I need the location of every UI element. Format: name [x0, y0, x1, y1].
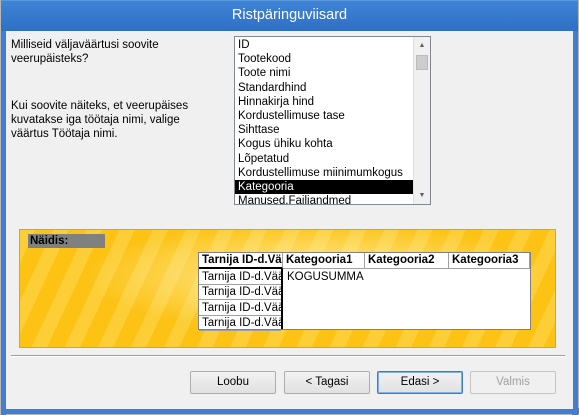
column-header: Kategooria3 [449, 253, 530, 269]
column-header: Kategooria2 [365, 253, 449, 269]
cancel-button[interactable]: Loobu [190, 371, 276, 394]
row-header-cell: Tarnija ID-d.Väärtus [199, 285, 281, 300]
scroll-up-icon[interactable]: ▲ [414, 37, 430, 54]
column-header: Kategooria1 [283, 253, 365, 269]
list-item[interactable]: Kogus ühiku kohta [235, 137, 430, 151]
sample-grid: Tarnija ID-d.Väärtus Kategooria1 Kategoo… [198, 252, 531, 331]
sample-label: Näidis: [28, 234, 105, 248]
scroll-thumb[interactable] [416, 55, 428, 70]
list-item[interactable]: Toote nimi [235, 66, 430, 80]
field-listbox[interactable]: ID Tootekood Toote nimi Standardhind Hin… [234, 36, 431, 205]
question-text: Milliseid väljaväärtusi soovite veerupäi… [11, 39, 159, 65]
list-item[interactable]: Hinnakirja hind [235, 95, 430, 109]
row-header-cell: Tarnija ID-d.Väärtus [199, 301, 281, 316]
list-item[interactable]: Kordustellimuse tase [235, 109, 430, 123]
list-item-selected[interactable]: Kategooria [235, 179, 413, 195]
list-item[interactable]: Tootekood [235, 52, 430, 66]
finish-button[interactable]: Valmis [470, 371, 556, 394]
title-bar[interactable]: Ristpäringuviisard [1, 0, 578, 31]
listbox-scrollbar[interactable]: ▲ ▼ [413, 37, 430, 204]
row-header-cell: Tarnija ID-d.Väärtus [199, 270, 281, 285]
hint-text: Kui soovite näiteks, et veerupäises kuva… [11, 100, 189, 140]
row-header-cell: Tarnija ID-d.Väärtus [199, 316, 281, 331]
list-item[interactable]: Sihttase [235, 123, 430, 137]
sample-preview: Näidis: Tarnija ID-d.Väärtus Kategooria1… [19, 229, 556, 348]
list-item[interactable]: Manused.Failiandmed [235, 194, 430, 204]
list-item[interactable]: ID [235, 38, 430, 52]
value-cell: KOGUSUMMA [287, 271, 364, 283]
list-item[interactable]: Lõpetatud [235, 152, 430, 166]
row-header-title: Tarnija ID-d.Väärtus [199, 253, 283, 269]
scroll-down-icon[interactable]: ▼ [414, 187, 430, 204]
list-item[interactable]: Standardhind [235, 81, 430, 95]
next-button[interactable]: Edasi > [377, 371, 463, 394]
wizard-content: Milliseid väljaväärtusi soovite veerupäi… [6, 31, 573, 409]
window-title: Ristpäringuviisard [231, 7, 348, 23]
crosstab-wizard-window: Ristpäringuviisard Milliseid väljaväärtu… [0, 0, 579, 415]
list-item[interactable]: Kordustellimuse miinimumkogus [235, 166, 430, 180]
back-button[interactable]: < Tagasi [284, 371, 370, 394]
separator-line [11, 355, 565, 357]
